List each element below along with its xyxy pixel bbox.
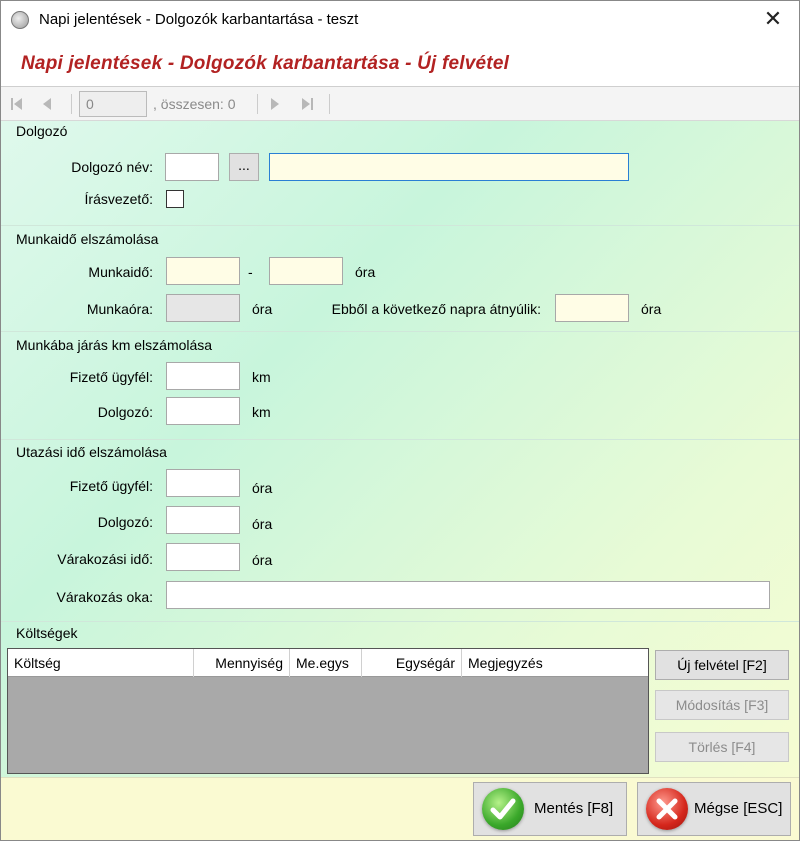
section-title-km: Munkába járás km elszámolása	[16, 337, 213, 353]
form-body: Dolgozó Dolgozó név: ... Írásvezető: Mun…	[1, 121, 799, 777]
employee-name-label: Dolgozó név:	[71, 159, 153, 175]
checkmark-icon	[482, 788, 524, 830]
work-time-label: Munkaidő:	[88, 264, 153, 280]
last-record-icon[interactable]	[299, 95, 315, 113]
section-title-utazas: Utazási idő elszámolása	[16, 444, 167, 460]
km-client-label: Fizető ügyfél:	[69, 369, 153, 385]
work-time-to-input[interactable]	[269, 257, 343, 285]
travel-employee-label: Dolgozó:	[97, 514, 153, 530]
form-header: Napi jelentések - Dolgozók karbantartása…	[1, 39, 799, 87]
record-total-label: , összesen: 0	[153, 96, 236, 112]
work-hours-field	[166, 294, 240, 322]
waiting-time-label: Várakozási idő:	[57, 551, 153, 567]
column-header-megjegyzes[interactable]: Megjegyzés	[462, 649, 648, 677]
work-hours-label: Munkaóra:	[86, 301, 153, 317]
employee-name-field[interactable]	[269, 153, 629, 181]
work-time-dash: -	[248, 264, 253, 280]
travel-client-label: Fizető ügyfél:	[69, 478, 153, 494]
work-time-from-input[interactable]	[166, 257, 240, 285]
employee-browse-button[interactable]: ...	[229, 153, 259, 181]
waiting-reason-label: Várakozás oka:	[56, 589, 154, 605]
section-divider	[1, 621, 799, 622]
km-employee-unit: km	[252, 404, 271, 420]
section-divider	[1, 439, 799, 440]
travel-client-input[interactable]	[166, 469, 240, 497]
cancel-x-icon	[646, 788, 688, 830]
waiting-time-unit: óra	[252, 552, 273, 568]
close-button[interactable]: ✕	[753, 3, 793, 35]
leader-label: Írásvezető:	[84, 191, 153, 207]
first-record-icon[interactable]	[9, 95, 25, 113]
section-title-munkaido: Munkaidő elszámolása	[16, 231, 159, 247]
dialog-footer: Mentés [F8] Mégse [ESC]	[1, 777, 799, 840]
record-position-input[interactable]	[79, 91, 147, 117]
waiting-time-input[interactable]	[166, 543, 240, 571]
carryover-label: Ebből a következő napra átnyúlik:	[331, 301, 541, 317]
carryover-unit: óra	[641, 301, 662, 317]
travel-client-unit: óra	[252, 480, 273, 496]
travel-employee-unit: óra	[252, 516, 273, 532]
cancel-button[interactable]: Mégse [ESC]	[637, 782, 791, 836]
km-client-unit: km	[252, 369, 271, 385]
form-title: Napi jelentések - Dolgozók karbantartása…	[21, 53, 510, 74]
save-button-label: Mentés [F8]	[534, 800, 614, 817]
waiting-reason-input[interactable]	[166, 581, 770, 609]
km-employee-label: Dolgozó:	[97, 404, 153, 420]
leader-checkbox[interactable]	[166, 190, 184, 208]
navigator-separator	[71, 94, 72, 114]
carryover-input[interactable]	[555, 294, 629, 322]
new-cost-button[interactable]: Új felvétel [F2]	[655, 650, 789, 680]
window-title: Napi jelentések - Dolgozók karbantartása…	[39, 11, 359, 28]
app-icon	[11, 11, 29, 29]
section-title-dolgozo: Dolgozó	[16, 123, 68, 139]
navigator-separator	[257, 94, 258, 114]
record-navigator: , összesen: 0	[1, 87, 799, 121]
title-bar: Napi jelentések - Dolgozók karbantartása…	[1, 1, 799, 39]
costs-grid[interactable]: Költség Mennyiség Me.egys Egységár Megje…	[7, 648, 649, 774]
costs-grid-header: Költség Mennyiség Me.egys Egységár Megje…	[8, 649, 648, 677]
section-divider	[1, 331, 799, 332]
dialog-window: Napi jelentések - Dolgozók karbantartása…	[0, 0, 800, 841]
navigator-separator	[329, 94, 330, 114]
column-header-koltseg[interactable]: Költség	[8, 649, 194, 677]
section-title-koltsegek: Költségek	[16, 625, 78, 641]
column-header-meegys[interactable]: Me.egys	[290, 649, 362, 677]
previous-record-icon[interactable]	[39, 95, 55, 113]
employee-code-input[interactable]	[165, 153, 219, 181]
save-button[interactable]: Mentés [F8]	[473, 782, 627, 836]
work-time-unit: óra	[355, 264, 376, 280]
column-header-egysegar[interactable]: Egységár	[362, 649, 462, 677]
work-hours-unit: óra	[252, 301, 273, 317]
km-employee-input[interactable]	[166, 397, 240, 425]
next-record-icon[interactable]	[267, 95, 283, 113]
section-divider	[1, 225, 799, 226]
km-client-input[interactable]	[166, 362, 240, 390]
column-header-mennyiseg[interactable]: Mennyiség	[194, 649, 290, 677]
cancel-button-label: Mégse [ESC]	[694, 800, 783, 817]
delete-cost-button[interactable]: Törlés [F4]	[655, 732, 789, 762]
edit-cost-button[interactable]: Módosítás [F3]	[655, 690, 789, 720]
travel-employee-input[interactable]	[166, 506, 240, 534]
